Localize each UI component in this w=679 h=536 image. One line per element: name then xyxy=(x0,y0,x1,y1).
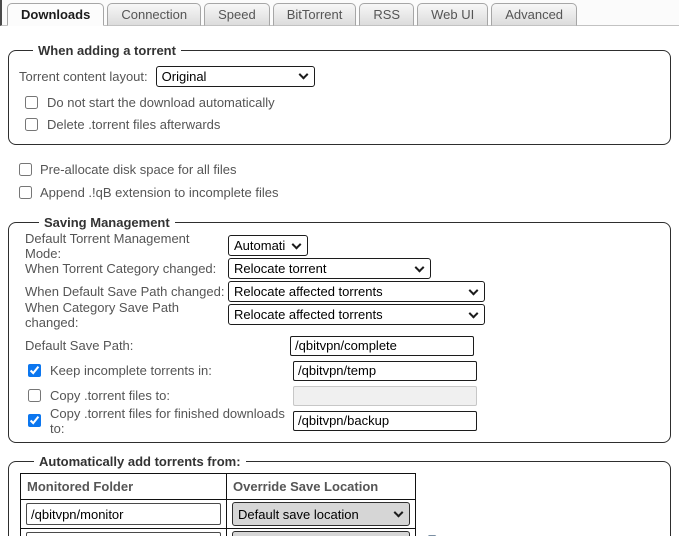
when-torrent-category-changed-select[interactable]: Relocate torrent xyxy=(228,258,431,279)
do-not-start-automatically-label: Do not start the download automatically xyxy=(47,95,275,110)
copy-finished-torrent-files-checkbox[interactable] xyxy=(28,414,41,427)
table-row: Default save location xyxy=(21,529,416,536)
preferences-panel: Downloads Connection Speed BitTorrent RS… xyxy=(0,0,679,536)
monitored-folders-table: Monitored Folder Override Save Location … xyxy=(20,473,416,536)
append-qb-extension-checkbox[interactable] xyxy=(19,186,32,199)
keep-incomplete-torrents-checkbox[interactable] xyxy=(28,364,41,377)
table-row: Default save location xyxy=(21,500,416,529)
default-save-path-label: Default Save Path: xyxy=(25,338,133,353)
default-save-path-input[interactable] xyxy=(290,336,474,356)
monitored-folder-input-2[interactable] xyxy=(26,532,221,536)
when-adding-legend: When adding a torrent xyxy=(33,43,181,58)
keep-incomplete-torrents-input[interactable] xyxy=(293,361,477,381)
downloads-tab-content: When adding a torrent Torrent content la… xyxy=(0,43,679,536)
auto-add-torrents-legend: Automatically add torrents from: xyxy=(34,454,246,469)
override-save-location-select-1[interactable]: Default save location xyxy=(232,502,410,526)
auto-add-torrents-fieldset: Automatically add torrents from: Monitor… xyxy=(8,454,671,536)
torrent-content-layout-label: Torrent content layout: xyxy=(19,69,148,84)
copy-finished-torrent-files-label: Copy .torrent files for finished downloa… xyxy=(50,406,293,436)
tab-downloads[interactable]: Downloads xyxy=(7,3,104,26)
default-torrent-management-mode-label: Default Torrent Management Mode: xyxy=(25,231,228,261)
when-category-save-path-changed-select[interactable]: Relocate affected torrents xyxy=(228,304,485,325)
monitored-folder-input-1[interactable] xyxy=(26,503,221,525)
do-not-start-automatically-checkbox[interactable] xyxy=(25,96,38,109)
when-default-save-path-changed-label: When Default Save Path changed: xyxy=(25,284,228,299)
copy-torrent-files-checkbox[interactable] xyxy=(28,389,41,402)
torrent-content-layout-select-wrap: Original xyxy=(156,66,315,87)
when-adding-a-torrent-fieldset: When adding a torrent Torrent content la… xyxy=(8,43,671,145)
saving-management-legend: Saving Management xyxy=(39,215,175,230)
preallocate-disk-space-label: Pre-allocate disk space for all files xyxy=(40,162,237,177)
preferences-tabbar: Downloads Connection Speed BitTorrent RS… xyxy=(0,0,679,26)
copy-torrent-files-label: Copy .torrent files to: xyxy=(50,388,170,403)
when-category-save-path-changed-label: When Category Save Path changed: xyxy=(25,300,228,330)
tab-bittorrent[interactable]: BitTorrent xyxy=(273,3,357,26)
override-save-location-column-header: Override Save Location xyxy=(227,474,416,500)
override-save-location-select-2[interactable]: Default save location xyxy=(232,531,410,536)
torrent-content-layout-select[interactable]: Original xyxy=(156,66,315,87)
keep-incomplete-torrents-label: Keep incomplete torrents in: xyxy=(50,363,212,378)
append-qb-extension-label: Append .!qB extension to incomplete file… xyxy=(40,185,278,200)
when-torrent-category-changed-label: When Torrent Category changed: xyxy=(25,261,228,276)
tab-rss[interactable]: RSS xyxy=(359,3,414,26)
saving-management-fieldset: Saving Management Default Torrent Manage… xyxy=(8,215,671,443)
tab-speed[interactable]: Speed xyxy=(204,3,270,26)
tab-connection[interactable]: Connection xyxy=(107,3,201,26)
copy-finished-torrent-files-input[interactable] xyxy=(293,411,477,431)
general-download-options: Pre-allocate disk space for all files Ap… xyxy=(19,158,671,204)
when-default-save-path-changed-select[interactable]: Relocate affected torrents xyxy=(228,281,485,302)
tab-webui[interactable]: Web UI xyxy=(417,3,488,26)
copy-torrent-files-input xyxy=(293,386,477,406)
preallocate-disk-space-checkbox[interactable] xyxy=(19,163,32,176)
delete-torrent-files-label: Delete .torrent files afterwards xyxy=(47,117,220,132)
monitored-folder-column-header: Monitored Folder xyxy=(21,474,227,500)
delete-torrent-files-checkbox[interactable] xyxy=(25,118,38,131)
table-header-row: Monitored Folder Override Save Location xyxy=(21,474,416,500)
default-torrent-management-mode-select[interactable]: Automatic xyxy=(228,235,308,256)
tab-advanced[interactable]: Advanced xyxy=(491,3,577,26)
